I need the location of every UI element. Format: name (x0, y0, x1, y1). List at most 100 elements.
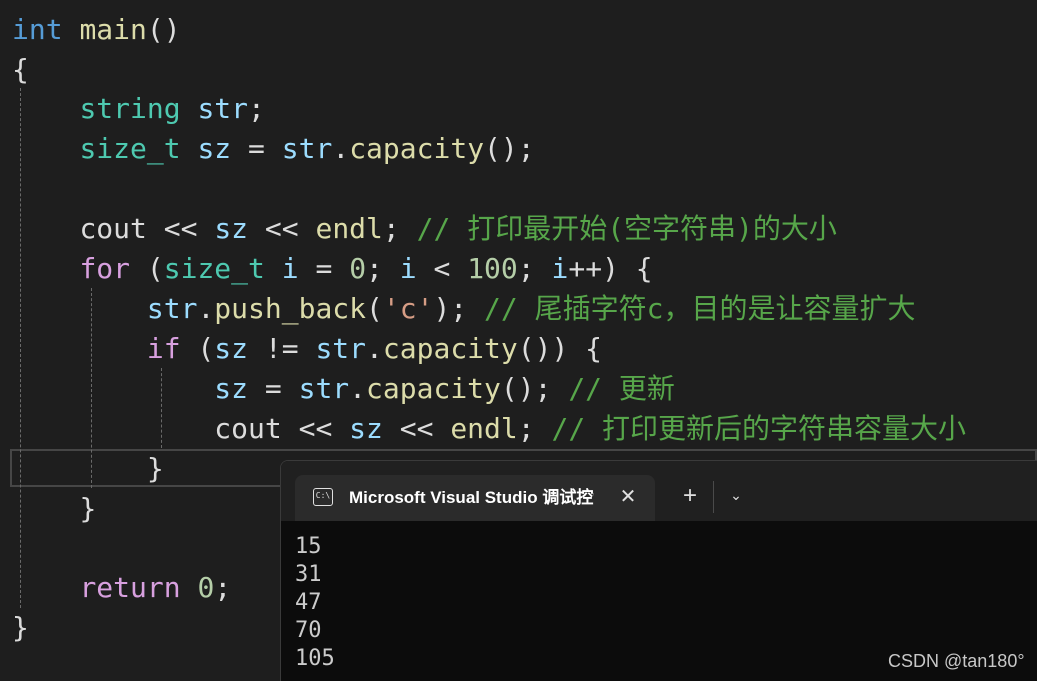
punctuation-token: << (382, 412, 451, 445)
output-line: 31 (295, 562, 322, 587)
punctuation-token (12, 412, 214, 445)
punctuation-token (12, 492, 79, 525)
function-token: capacity (366, 372, 501, 405)
function-token: capacity (349, 132, 485, 165)
punctuation-token (12, 252, 79, 285)
punctuation-token: ++) { (568, 252, 653, 285)
punctuation-token: = (248, 372, 299, 405)
terminal-tab-title: Microsoft Visual Studio 调试控制台 (349, 488, 594, 507)
variable-token: str (315, 332, 367, 365)
function-token: push_back (214, 292, 367, 325)
number-token: 0 (349, 252, 367, 285)
punctuation-token (12, 571, 79, 604)
variable-token: str (281, 132, 333, 165)
console-icon: C:\ (313, 488, 333, 506)
code-line[interactable]: } (12, 608, 29, 648)
identifier-token: cout (214, 412, 282, 445)
punctuation-token: ; (366, 252, 400, 285)
punctuation-token (12, 212, 79, 245)
punctuation-token: { (12, 53, 29, 86)
variable-token: sz (214, 212, 249, 245)
punctuation-token: (); (500, 372, 569, 405)
variable-token: str (298, 372, 350, 405)
punctuation-token: . (197, 292, 215, 325)
punctuation-token: . (366, 332, 383, 365)
variable-token: sz (197, 132, 232, 165)
variable-token: sz (349, 412, 383, 445)
punctuation-token: ; (382, 212, 417, 245)
variable-token: sz (214, 372, 249, 405)
punctuation-token: << (248, 212, 316, 245)
number-token: 0 (197, 571, 215, 604)
punctuation-token: ; (517, 412, 552, 445)
comment-token: // 打印最开始(空字符串)的大小 (416, 212, 837, 245)
punctuation-token (181, 92, 198, 125)
type-token: string (79, 92, 181, 125)
output-line: 70 (295, 618, 322, 643)
punctuation-token (12, 132, 79, 165)
control-keyword-token: for (79, 252, 131, 285)
punctuation-token: ()) { (517, 332, 603, 365)
punctuation-token (12, 292, 147, 325)
chevron-down-icon[interactable]: ⌄ (723, 483, 749, 509)
variable-token: sz (214, 332, 249, 365)
punctuation-token: } (79, 492, 97, 525)
code-line[interactable]: int main() (12, 10, 181, 50)
punctuation-token: () (146, 13, 181, 46)
comment-token: // 更新 (568, 372, 675, 405)
terminal-titlebar[interactable]: C:\ Microsoft Visual Studio 调试控制台 ✕ + ⌄ (281, 461, 1037, 521)
punctuation-token: << (146, 212, 215, 245)
type-token: size_t (79, 132, 181, 165)
punctuation-token: = (298, 252, 350, 285)
close-icon[interactable]: ✕ (615, 484, 641, 510)
code-line[interactable]: } (12, 489, 96, 529)
code-line[interactable]: } (12, 449, 164, 489)
function-token: capacity (382, 332, 518, 365)
code-line[interactable]: return 0; (12, 568, 231, 608)
punctuation-token: ; (214, 571, 232, 604)
variable-token: i (399, 252, 417, 285)
identifier-token: cout (79, 212, 147, 245)
code-line[interactable]: cout << sz << endl; // 打印最开始(空字符串)的大小 (12, 209, 837, 249)
variable-token: str (197, 92, 249, 125)
new-tab-button[interactable]: + (677, 483, 703, 509)
punctuation-token: ( (180, 332, 215, 365)
code-line[interactable]: for (size_t i = 0; i < 100; i++) { (12, 249, 653, 289)
punctuation-token: . (349, 372, 367, 405)
code-line[interactable]: string str; (12, 89, 265, 129)
punctuation-token (181, 571, 198, 604)
code-line[interactable]: str.push_back('c'); // 尾插字符c，目的是让容量扩大 (12, 289, 916, 329)
variable-token: i (281, 252, 299, 285)
punctuation-token (12, 332, 147, 365)
variable-token: i (551, 252, 569, 285)
code-line[interactable]: if (sz != str.capacity()) { (12, 329, 602, 369)
code-line[interactable]: cout << sz << endl; // 打印更新后的字符串容量大小 (12, 409, 966, 449)
punctuation-token (265, 252, 282, 285)
output-line: 15 (295, 534, 322, 559)
punctuation-token: ); (433, 292, 485, 325)
string-token: 'c' (382, 292, 434, 325)
terminal-output: 15 31 47 70 105 (295, 533, 335, 673)
csdn-watermark: CSDN @tan180° (888, 651, 1025, 671)
punctuation-token: ( (366, 292, 383, 325)
punctuation-token (63, 13, 80, 46)
function-token: endl (315, 212, 383, 245)
punctuation-token (12, 372, 214, 405)
punctuation-token (12, 452, 147, 485)
function-token: main (79, 13, 147, 46)
punctuation-token: ; (517, 252, 552, 285)
output-line: 105 (295, 646, 335, 671)
punctuation-token: ; (248, 92, 265, 125)
number-token: 100 (467, 252, 518, 285)
code-line[interactable]: { (12, 50, 29, 90)
type-token: size_t (163, 252, 265, 285)
titlebar-divider (713, 481, 714, 513)
punctuation-token (12, 92, 79, 125)
control-keyword-token: if (146, 332, 181, 365)
code-line[interactable]: sz = str.capacity(); // 更新 (12, 369, 675, 409)
control-keyword-token: return (79, 571, 181, 604)
code-line[interactable]: size_t sz = str.capacity(); (12, 129, 534, 169)
terminal-tab[interactable]: C:\ Microsoft Visual Studio 调试控制台 ✕ (295, 475, 655, 521)
punctuation-token: . (332, 132, 350, 165)
punctuation-token: < (416, 252, 468, 285)
